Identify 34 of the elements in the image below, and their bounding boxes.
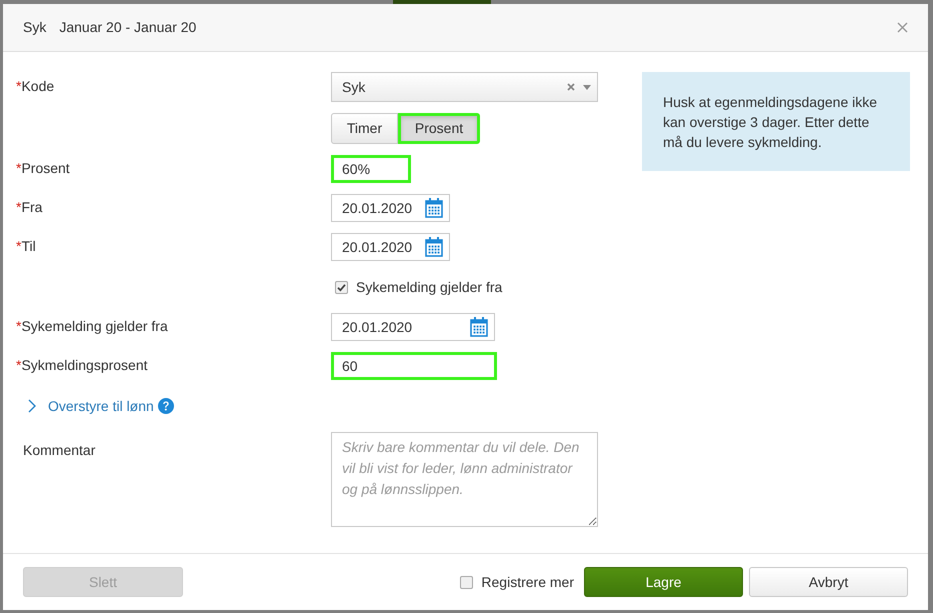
mode-toggle-button[interactable]: Timer (331, 113, 398, 144)
field-label: *Til (16, 238, 36, 254)
text-field[interactable]: 60% (331, 155, 411, 183)
chevron-icon[interactable] (27, 399, 36, 413)
calendar-icon[interactable] (470, 317, 488, 337)
mode-toggle-button[interactable]: Prosent (398, 113, 480, 144)
calendar-icon[interactable] (425, 237, 443, 257)
calendar-icon[interactable] (425, 198, 443, 218)
field-label: *Prosent (16, 160, 70, 176)
dialog-subtitle: Januar 20 - Januar 20 (59, 18, 196, 37)
field-label: *Fra (16, 199, 42, 215)
field-label: *Sykemelding gjelder fra (16, 318, 168, 334)
checkbox-label[interactable]: Sykemelding gjelder fra (356, 276, 502, 298)
field-label: *Kode (16, 78, 54, 94)
caret-icon[interactable] (583, 84, 591, 90)
field-label: *Sykmeldingsprosent (16, 357, 148, 373)
date-field[interactable]: 20.01.2020 (331, 233, 450, 261)
info-note: Husk at egenmeldingsdagene ikke kan overstige 3 dager. Etter dette må du levere sykmelding. (642, 72, 910, 171)
field-label: Kommentar (23, 442, 96, 458)
comment-field[interactable]: Skriv bare kommentar du vil dele. Den vil bli vist for leder, lønn administrator og på lønnsslippen. (331, 432, 598, 527)
help-icon[interactable] (158, 398, 174, 414)
clear-icon[interactable] (567, 83, 575, 91)
checkbox[interactable] (460, 576, 474, 588)
save-button[interactable]: Lagre (584, 567, 743, 597)
date-field[interactable]: 20.01.2020 (331, 313, 495, 341)
dialog-title: Syk (23, 18, 46, 37)
code-select[interactable]: Syk (331, 72, 598, 102)
date-field[interactable]: 20.01.2020 (331, 194, 450, 222)
cancel-button[interactable]: Avbryt (749, 567, 908, 597)
checkbox[interactable] (335, 280, 348, 294)
close-icon[interactable] (897, 22, 908, 33)
expander-link[interactable]: Overstyre til lønn (48, 396, 154, 416)
text-field[interactable]: 60 (331, 352, 497, 380)
checkbox-label[interactable]: Registrere mer (481, 572, 574, 592)
